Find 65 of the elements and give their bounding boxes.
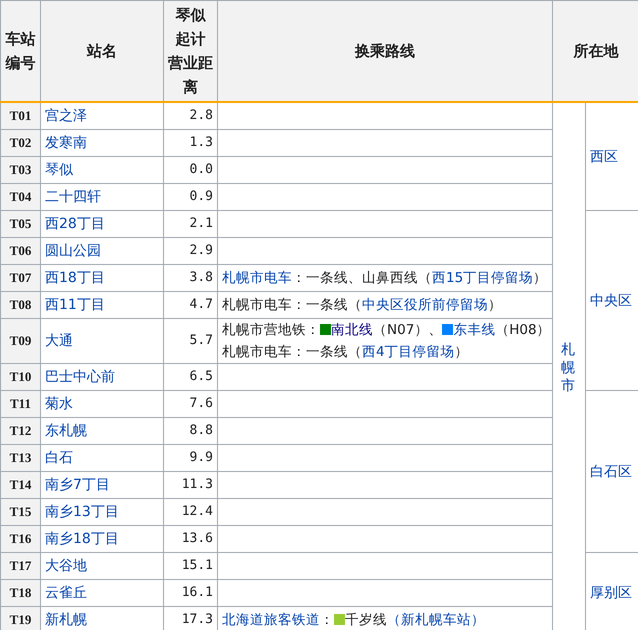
station-code: T04 [0,184,40,210]
station-code: T15 [0,498,40,526]
distance-cell: 7.6 [164,390,218,418]
station-link[interactable]: 宫之泽 [45,108,87,124]
distance-cell: 3.8 [164,264,218,292]
ward-link[interactable]: 中央区 [590,292,632,308]
transfer-text: 札幌市电车：一条线（中央区役所前停留场） [222,296,503,315]
distance-cell: 2.9 [164,238,218,264]
distance-cell: 4.7 [164,292,218,318]
station-code: T11 [0,390,40,418]
distance-cell: 6.5 [164,364,218,390]
station-code: T09 [0,318,40,364]
distance-cell: 5.7 [164,318,218,364]
distance-cell: 16.1 [164,580,218,606]
column-header: 车站编号 [0,0,40,102]
transfer-link[interactable]: 札幌市电车 [222,270,292,286]
transfer-text: 札幌市营地铁： 南北线（N07）、 东丰线（H08） [222,321,548,340]
station-code: T05 [0,210,40,238]
distance-cell: 2.8 [164,102,218,130]
station-code: T12 [0,418,40,444]
station-code: T16 [0,526,40,552]
station-code: T17 [0,552,40,580]
transfer-link[interactable]: 南北线 [331,322,373,338]
column-header: 站名 [40,0,164,102]
distance-cell: 11.3 [164,472,218,498]
transfer-link[interactable]: 西4丁目停留场 [362,344,455,360]
station-code: T13 [0,444,40,472]
distance-cell: 1.3 [164,130,218,156]
city-link[interactable]: 札幌市 [561,340,575,396]
station-code: T08 [0,292,40,318]
distance-cell: 0.9 [164,184,218,210]
station-code: T02 [0,130,40,156]
ward-link[interactable]: 厚别区 [590,585,632,601]
column-header: 换乘路线 [218,0,552,102]
distance-cell: 9.9 [164,444,218,472]
station-code: T07 [0,264,40,292]
distance-cell: 0.0 [164,156,218,184]
transfer-link[interactable]: （新札幌车站） [387,612,485,628]
ward-link[interactable]: 白石区 [590,464,632,480]
transfer-text: 北海道旅客铁道： 千岁线（新札幌车站） [222,611,486,630]
station-code: T19 [0,606,40,630]
station-link[interactable]: 白石 [45,450,73,466]
transfer-link[interactable]: 东丰线 [453,322,496,338]
column-header: 所在地 [552,0,638,102]
station-code: T06 [0,238,40,264]
distance-cell: 8.8 [164,418,218,444]
ward-link[interactable]: 西区 [590,148,618,164]
distance-cell: 12.4 [164,498,218,526]
station-link[interactable]: 菊水 [45,396,73,412]
column-header: 琴似 起计 营业距离 [164,0,218,102]
transfer-text: 札幌市电车：一条线、山鼻西线（西15丁目停留场） [222,269,548,288]
station-code: T01 [0,102,40,130]
transfer-link[interactable]: 中央区役所前停留场 [362,297,488,313]
distance-cell: 15.1 [164,552,218,580]
transfer-link[interactable]: 北海道旅客铁道 [222,612,320,628]
transfer-text: 札幌市电车：一条线（西4丁目停留场） [222,343,470,362]
station-link[interactable]: 琴似 [45,162,73,178]
station-code: T14 [0,472,40,498]
transfer-link[interactable]: 西15丁目停留场 [432,270,534,286]
distance-cell: 13.6 [164,526,218,552]
station-code: T03 [0,156,40,184]
station-link[interactable]: 大通 [45,333,73,349]
station-code: T18 [0,580,40,606]
distance-cell: 2.1 [164,210,218,238]
station-code: T10 [0,364,40,390]
